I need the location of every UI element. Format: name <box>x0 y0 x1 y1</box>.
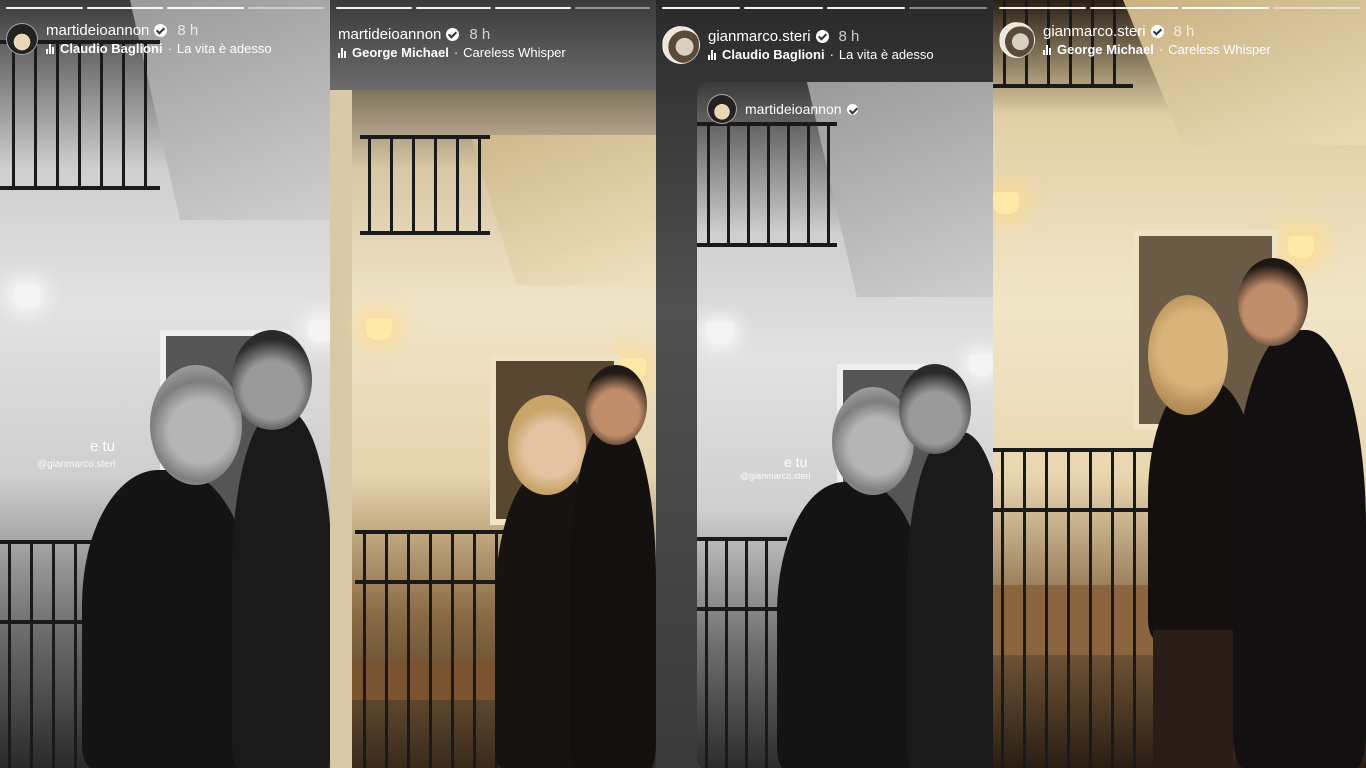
music-artist: George Michael <box>352 45 449 60</box>
mention-sticker[interactable]: @gianmarco.steri <box>740 471 811 481</box>
music-equalizer-icon <box>46 43 54 54</box>
separator-dot: · <box>167 41 172 56</box>
wall-sconce <box>366 318 392 340</box>
man-head <box>232 330 312 430</box>
story-time: 8 h <box>469 26 491 43</box>
verified-badge-icon <box>846 103 858 115</box>
upper-balcony-railing <box>360 135 490 235</box>
man-head <box>1238 258 1308 346</box>
music-equalizer-icon <box>708 49 716 60</box>
music-equalizer-icon <box>1043 44 1051 55</box>
upper-balcony-railing <box>697 122 837 247</box>
lower-railing <box>993 448 1153 768</box>
wall-sconce <box>1288 236 1314 258</box>
story-panel-2[interactable]: martideioannon 8 h George Michael · Care… <box>330 0 656 768</box>
wall-sconce <box>993 192 1019 214</box>
separator-dot: · <box>1158 42 1164 57</box>
reshared-username[interactable]: martideioannon <box>745 101 842 117</box>
reshared-header[interactable]: martideioannon <box>707 94 858 124</box>
story-time: 8 h <box>1173 23 1195 40</box>
lower-railing <box>355 530 515 768</box>
story-header[interactable]: gianmarco.steri 8 h Claudio Baglioni · L… <box>662 26 987 64</box>
avatar[interactable] <box>707 94 737 124</box>
woman-figure <box>82 470 252 768</box>
story-progress-bar <box>6 7 324 9</box>
music-equalizer-icon <box>338 47 346 58</box>
story-username[interactable]: gianmarco.steri <box>1043 23 1146 40</box>
story-caption: e tu <box>90 438 116 455</box>
man-figure <box>232 410 330 768</box>
music-song: Careless Whisper <box>1168 42 1271 57</box>
avatar[interactable] <box>6 23 38 55</box>
door-frame <box>330 90 352 768</box>
verified-badge-icon <box>815 30 829 43</box>
verified-badge-icon <box>154 24 168 37</box>
man-head <box>585 365 647 445</box>
verified-badge-icon <box>1150 25 1164 38</box>
separator-dot: · <box>829 47 834 62</box>
music-artist: Claudio Baglioni <box>722 47 825 62</box>
mention-sticker[interactable]: @gianmarco.steri <box>37 459 116 470</box>
wall-sconce <box>14 285 40 307</box>
story-progress-bar <box>662 7 987 9</box>
story-username[interactable]: gianmarco.steri <box>708 28 811 45</box>
wall-sconce <box>707 322 733 344</box>
story-username[interactable]: martideioannon <box>338 26 441 43</box>
story-caption: e tu <box>784 454 808 470</box>
wall-sconce <box>308 320 330 342</box>
story-username[interactable]: martideioannon <box>46 22 149 39</box>
music-sticker[interactable]: Claudio Baglioni · La vita è adesso <box>46 41 272 56</box>
story-progress-bar <box>336 7 650 9</box>
upper-balcony-railing <box>0 40 160 190</box>
woman-legs <box>1153 630 1233 768</box>
reshared-story-card[interactable]: martideioannon e tu @gianmarco.steri <box>697 82 993 768</box>
music-song: La vita è adesso <box>838 47 934 62</box>
story-header[interactable]: martideioannon 8 h George Michael · Care… <box>336 26 650 60</box>
man-figure <box>907 432 993 768</box>
verified-badge-icon <box>446 28 460 41</box>
story-header[interactable]: martideioannon 8 h Claudio Baglioni · La… <box>6 22 324 56</box>
story-panel-3[interactable]: martideioannon e tu @gianmarco.steri gia… <box>656 0 993 768</box>
wall-sconce <box>969 354 993 376</box>
story-time: 8 h <box>177 22 199 39</box>
woman-head <box>1148 295 1228 415</box>
story-panel-1[interactable]: martideioannon 8 h Claudio Baglioni · La… <box>0 0 330 768</box>
avatar[interactable] <box>999 22 1035 58</box>
music-sticker[interactable]: George Michael · Careless Whisper <box>1043 42 1271 57</box>
music-sticker[interactable]: George Michael · Careless Whisper <box>338 45 566 60</box>
separator-dot: · <box>453 45 459 60</box>
avatar[interactable] <box>662 26 700 64</box>
music-sticker[interactable]: Claudio Baglioni · La vita è adesso <box>708 47 934 62</box>
woman-head <box>150 365 242 485</box>
music-song: La vita è adesso <box>176 41 272 56</box>
lower-railing <box>697 537 787 768</box>
man-figure <box>1233 330 1366 768</box>
story-panel-4[interactable]: gianmarco.steri 8 h George Michael · Car… <box>993 0 1366 768</box>
man-head <box>899 364 971 454</box>
story-header[interactable]: gianmarco.steri 8 h George Michael · Car… <box>999 22 1360 58</box>
music-artist: Claudio Baglioni <box>60 41 163 56</box>
woman-head <box>508 395 586 495</box>
music-artist: George Michael <box>1057 42 1154 57</box>
story-progress-bar <box>999 7 1360 9</box>
music-song: Careless Whisper <box>463 45 566 60</box>
story-time: 8 h <box>838 28 860 45</box>
woman-figure <box>777 482 927 768</box>
man-figure <box>570 420 656 768</box>
